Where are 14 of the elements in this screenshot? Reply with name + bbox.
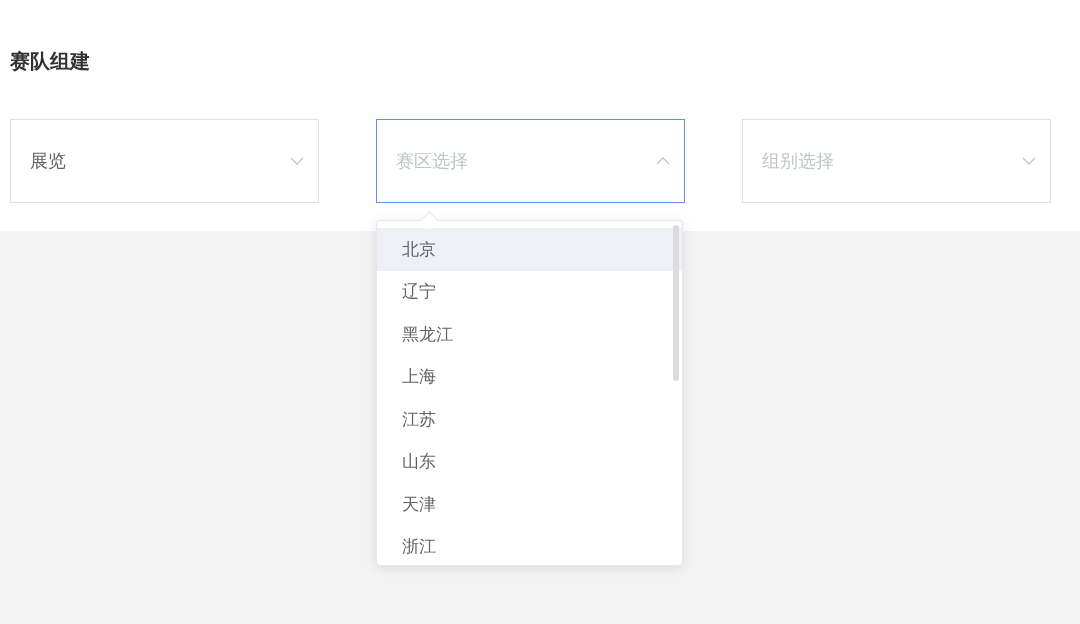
dropdown-option[interactable]: 江苏 [377, 398, 682, 441]
dropdown-option[interactable]: 黑龙江 [377, 313, 682, 356]
scrollbar[interactable] [673, 225, 679, 381]
dropdown-option[interactable]: 天津 [377, 483, 682, 526]
chevron-icon [656, 157, 670, 165]
chevron-icon [290, 157, 304, 165]
dropdown-option[interactable]: 北京 [377, 228, 682, 271]
section-title: 赛队组建 [10, 48, 90, 75]
dropdown-option[interactable]: 上海 [377, 355, 682, 398]
select-field[interactable]: 展览 [10, 119, 319, 203]
dropdown-option[interactable]: 浙江 [377, 525, 682, 564]
dropdown-option[interactable]: 山东 [377, 440, 682, 483]
dropdown-option[interactable]: 辽宁 [377, 270, 682, 313]
chevron-icon [1022, 157, 1036, 165]
